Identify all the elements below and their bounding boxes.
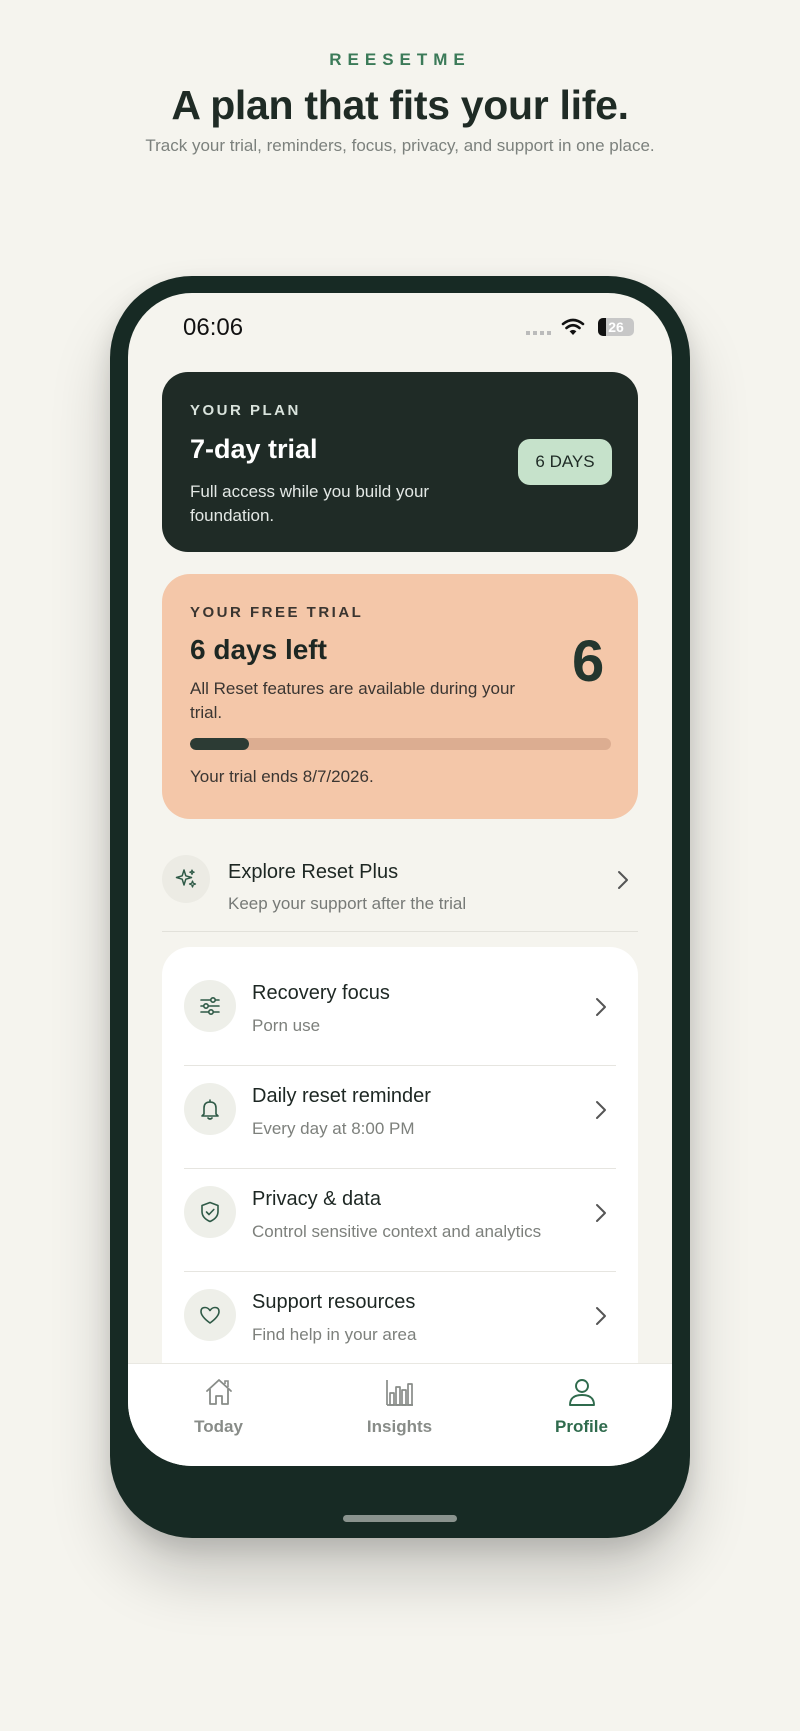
row-title: Daily reset reminder	[252, 1085, 431, 1107]
explore-reset-plus-row[interactable]: Explore Reset Plus Keep your support aft…	[162, 831, 638, 932]
trial-progress-bar	[190, 738, 611, 750]
status-bar: 06:06 26	[128, 293, 672, 361]
battery-icon: 26	[598, 318, 634, 336]
phone-screen: 06:06 26 YOUR PLAN 7-day trial Full acce…	[128, 293, 672, 1466]
chevron-right-icon	[596, 1101, 606, 1119]
home-icon	[206, 1379, 232, 1405]
brand-name: REESETME	[329, 50, 471, 69]
trial-days-number: 6	[572, 629, 605, 694]
row-subtitle: Control sensitive context and analytics	[252, 1222, 542, 1241]
row-title: Recovery focus	[252, 982, 390, 1004]
bell-icon-container	[184, 1083, 236, 1135]
sparkles-icon-container	[162, 855, 210, 903]
settings-row-support-resources[interactable]: Support resources Find help in your area	[184, 1271, 616, 1374]
plan-label: YOUR PLAN	[190, 402, 301, 419]
settings-row-privacy-data[interactable]: Privacy & data Control sensitive context…	[184, 1168, 616, 1271]
shield-check-icon	[201, 1201, 219, 1223]
user-icon	[569, 1379, 595, 1406]
settings-list: Recovery focus Porn use Daily reset remi…	[162, 947, 638, 1407]
subhead: Track your trial, reminders, focus, priv…	[145, 136, 655, 155]
sliders-icon-container	[184, 980, 236, 1032]
sliders-icon	[200, 996, 220, 1016]
plan-description: Full access while you build your foundat…	[190, 482, 430, 525]
plan-days-badge: 6 DAYS	[518, 439, 612, 485]
plan-card: YOUR PLAN 7-day trial Full access while …	[162, 372, 638, 552]
trial-progress-fill	[190, 738, 249, 750]
tab-label: Insights	[366, 1417, 433, 1436]
row-subtitle: Find help in your area	[252, 1325, 417, 1344]
row-subtitle: Every day at 8:00 PM	[252, 1119, 415, 1138]
tab-label: Today	[194, 1417, 243, 1436]
explore-subtitle: Keep your support after the trial	[228, 894, 467, 913]
tab-profile[interactable]: Profile	[491, 1364, 672, 1466]
trial-card: YOUR FREE TRIAL 6 days left All Reset fe…	[162, 574, 638, 819]
explore-title: Explore Reset Plus	[228, 861, 399, 883]
settings-row-recovery-focus[interactable]: Recovery focus Porn use	[184, 962, 616, 1065]
headline: A plan that fits your life.	[171, 82, 629, 128]
tab-label: Profile	[555, 1417, 608, 1436]
row-subtitle: Porn use	[252, 1016, 321, 1035]
tab-bar: Today Insights Profile	[128, 1363, 672, 1466]
signal-dots-icon	[526, 331, 554, 335]
heart-icon-container	[184, 1289, 236, 1341]
row-title: Privacy & data	[252, 1188, 381, 1210]
trial-description: All Reset features are available during …	[190, 679, 516, 722]
shield-check-icon-container	[184, 1186, 236, 1238]
settings-row-daily-reminder[interactable]: Daily reset reminder Every day at 8:00 P…	[184, 1065, 616, 1168]
home-indicator	[343, 1515, 457, 1522]
heart-icon	[200, 1306, 220, 1324]
trial-title: 6 days left	[190, 634, 327, 665]
sparkles-icon	[175, 869, 197, 888]
chevron-right-icon	[596, 998, 606, 1016]
bar-chart-icon	[386, 1380, 413, 1406]
phone-frame: 06:06 26 YOUR PLAN 7-day trial Full acce…	[110, 276, 690, 1538]
chevron-right-icon	[618, 871, 628, 889]
trial-end-date: Your trial ends 8/7/2026.	[190, 767, 374, 786]
bell-icon	[201, 1099, 219, 1120]
battery-level: 26	[608, 319, 624, 335]
trial-label: YOUR FREE TRIAL	[190, 604, 364, 621]
chevron-right-icon	[596, 1307, 606, 1325]
row-title: Support resources	[252, 1291, 416, 1313]
status-time: 06:06	[183, 314, 244, 341]
plan-title: 7-day trial	[190, 434, 318, 464]
tab-today[interactable]: Today	[128, 1364, 309, 1466]
tab-insights[interactable]: Insights	[309, 1364, 490, 1466]
wifi-icon	[561, 318, 585, 335]
chevron-right-icon	[596, 1204, 606, 1222]
